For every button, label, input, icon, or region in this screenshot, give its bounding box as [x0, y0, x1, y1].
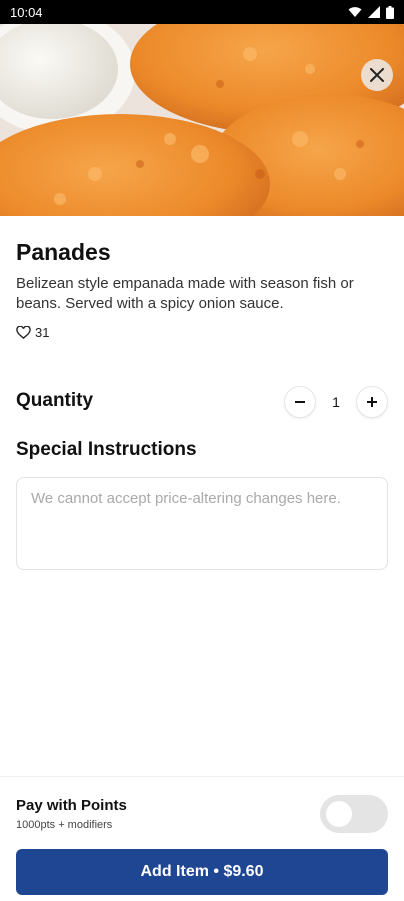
close-button[interactable]	[361, 59, 393, 91]
plus-icon	[367, 397, 377, 407]
item-description: Belizean style empanada made with season…	[16, 275, 354, 312]
status-bar: 10:04	[0, 0, 404, 24]
decrease-quantity-button[interactable]	[284, 386, 316, 418]
likes-counter[interactable]: 31	[16, 325, 49, 340]
wifi-icon	[348, 7, 362, 17]
pay-with-points-toggle[interactable]	[320, 795, 388, 833]
pay-with-points-label: Pay with Points	[16, 797, 127, 814]
special-instructions-label: Special Instructions	[16, 439, 197, 460]
close-icon	[370, 68, 384, 82]
heart-icon	[16, 326, 31, 339]
increase-quantity-button[interactable]	[356, 386, 388, 418]
likes-count: 31	[35, 325, 50, 340]
quantity-value: 1	[332, 394, 340, 410]
food-illustration	[0, 24, 404, 216]
toggle-knob	[326, 801, 352, 827]
battery-icon	[386, 5, 394, 19]
status-time: 10:04	[10, 4, 43, 20]
item-title: Panades	[16, 239, 111, 265]
item-photo	[0, 24, 404, 216]
quantity-label: Quantity	[16, 390, 94, 411]
special-instructions-input[interactable]	[16, 477, 388, 570]
quantity-stepper: 1	[284, 386, 388, 418]
minus-icon	[295, 401, 305, 403]
signal-icon	[368, 6, 380, 18]
add-item-button[interactable]: Add Item • $9.60	[16, 849, 388, 895]
points-cost-note: 1000pts + modifiers	[16, 819, 113, 831]
checkout-panel: Pay with Points 1000pts + modifiers Add …	[0, 776, 404, 901]
